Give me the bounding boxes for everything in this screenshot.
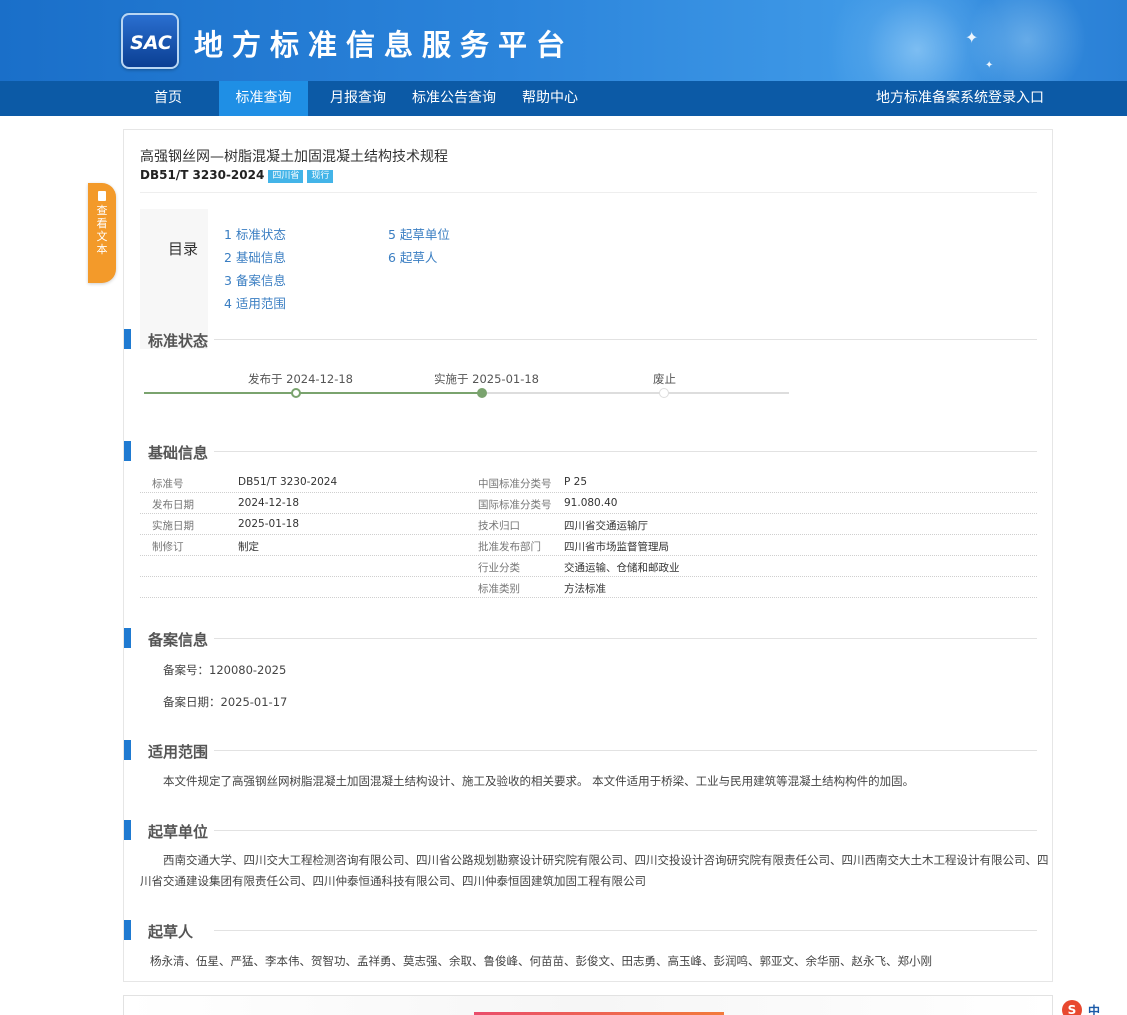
standard-code: DB51/T 3230-2024 — [140, 168, 265, 182]
nav-help-center[interactable]: 帮助中心 — [514, 81, 586, 116]
info-value: DB51/T 3230-2024 — [238, 476, 338, 488]
section-divider — [214, 339, 1037, 340]
nav-standard-query[interactable]: 标准查询 — [219, 81, 308, 116]
info-key: 行业分类 — [478, 562, 520, 574]
info-row: 实施日期 2025-01-18 技术归口 四川省交通运输厅 — [140, 514, 1037, 535]
svg-text:SAC: SAC — [130, 32, 172, 54]
info-key: 标准类别 — [478, 583, 520, 595]
timeline-implemented-label: 实施于 2025-01-18 — [434, 372, 539, 386]
section-divider — [214, 750, 1037, 751]
view-text-label: 查看文本 — [96, 204, 108, 256]
timeline-abolished-dot — [659, 388, 669, 398]
filing-system-login-link[interactable]: 地方标准备案系统登录入口 — [872, 81, 1048, 116]
toc-link-drafting-units[interactable]: 5 起草单位 — [388, 224, 450, 243]
toc-link-scope[interactable]: 4 适用范围 — [224, 293, 286, 312]
info-key: 发布日期 — [152, 499, 194, 511]
drafting-units-text: 西南交通大学、四川交大工程检测咨询有限公司、四川省公路规划勘察设计研究院有限公司… — [140, 853, 1049, 888]
main-nav: 首页 标准查询 月报查询 标准公告查询 帮助中心 地方标准备案系统登录入口 — [0, 81, 1127, 116]
divider — [140, 192, 1037, 193]
toc-label: 目录 — [168, 240, 199, 258]
section-marker — [124, 441, 131, 461]
section-header-drafting-units: 起草单位 — [124, 820, 1037, 841]
info-key: 标准号 — [152, 478, 184, 490]
info-key: 批准发布部门 — [478, 541, 541, 553]
info-row: 标准号 DB51/T 3230-2024 中国标准分类号 P 25 — [140, 472, 1037, 493]
toc-link-basic-info[interactable]: 2 基础信息 — [224, 247, 286, 266]
section-title: 起草单位 — [148, 823, 209, 841]
section-header-drafters: 起草人 — [124, 920, 1037, 941]
info-row: 行业分类 交通运输、仓储和邮政业 — [140, 556, 1037, 577]
standard-detail-panel: 高强钢丝网—树脂混凝土加固混凝土结构技术规程 DB51/T 3230-2024 四… — [123, 129, 1053, 982]
sparkle-icon: ✦ — [985, 60, 994, 71]
info-key: 实施日期 — [152, 520, 194, 532]
nav-home[interactable]: 首页 — [137, 81, 199, 116]
sparkle-icon: ✦ — [965, 28, 979, 47]
toc-link-filing-info[interactable]: 3 备案信息 — [224, 270, 286, 289]
info-value: 交通运输、仓储和邮政业 — [564, 562, 680, 574]
section-divider — [214, 638, 1037, 639]
section-header-scope: 适用范围 — [124, 740, 1037, 761]
toc-link-status[interactable]: 1 标准状态 — [224, 224, 286, 243]
info-value: 四川省交通运输厅 — [564, 520, 648, 532]
sac-logo[interactable]: SAC — [121, 13, 179, 69]
info-value: 91.080.40 — [564, 497, 618, 509]
drafters-text: 杨永清、伍星、严猛、李本伟、贺智功、孟祥勇、莫志强、余取、鲁俊峰、何苗苗、彭俊文… — [150, 954, 932, 968]
svg-text:S: S — [1068, 1003, 1077, 1015]
site-header: ✦ ✦ SAC 地方标准信息服务平台 — [0, 0, 1127, 81]
section-marker — [124, 820, 131, 840]
info-value: 制定 — [238, 541, 259, 553]
section-header-basic-info: 基础信息 — [124, 441, 1037, 462]
info-value: 方法标准 — [564, 583, 606, 595]
info-row: 制修订 制定 批准发布部门 四川省市场监督管理局 — [140, 535, 1037, 556]
standard-code-line: DB51/T 3230-2024 四川省 现行 — [140, 168, 334, 183]
info-key: 国际标准分类号 — [478, 499, 552, 511]
timeline-pending-line — [482, 392, 789, 394]
sac-logo-icon: SAC — [130, 32, 172, 54]
status-badge: 现行 — [307, 170, 334, 183]
scope-text: 本文件规定了高强钢丝网树脂混凝土加固混凝土结构设计、施工及验收的相关要求。 本文… — [163, 774, 915, 788]
info-key: 技术归口 — [478, 520, 520, 532]
nav-announcement-query[interactable]: 标准公告查询 — [408, 81, 500, 116]
section-marker — [124, 329, 131, 349]
site-title: 地方标准信息服务平台 — [194, 28, 575, 62]
timeline-progress-line — [144, 392, 482, 394]
ime-indicator[interactable]: S 中 — [1062, 998, 1127, 1015]
nav-monthly-report[interactable]: 月报查询 — [322, 81, 394, 116]
timeline-implemented-dot — [477, 388, 487, 398]
section-marker — [124, 740, 131, 760]
info-row: 发布日期 2024-12-18 国际标准分类号 91.080.40 — [140, 493, 1037, 514]
section-divider — [214, 930, 1037, 931]
info-value: 四川省市场监督管理局 — [564, 541, 669, 553]
toc-link-drafters[interactable]: 6 起草人 — [388, 247, 437, 266]
section-marker — [124, 920, 131, 940]
filing-date: 备案日期：2025-01-17 — [163, 695, 288, 709]
ime-mode-label: 中 — [1088, 1004, 1101, 1015]
section-header-status: 标准状态 — [124, 329, 1037, 350]
view-text-tab[interactable]: 查看文本 — [88, 183, 116, 283]
bottom-banner[interactable] — [123, 995, 1053, 1015]
document-icon — [98, 191, 106, 201]
section-marker — [124, 628, 131, 648]
info-value: P 25 — [564, 476, 588, 488]
section-header-filing-info: 备案信息 — [124, 628, 1037, 649]
filing-number: 备案号：120080-2025 — [163, 663, 287, 677]
info-value: 2025-01-18 — [238, 518, 300, 530]
section-divider — [214, 451, 1037, 452]
section-title: 基础信息 — [148, 444, 209, 462]
toc-box — [140, 209, 208, 349]
info-key: 制修订 — [152, 541, 184, 553]
section-title: 备案信息 — [148, 631, 209, 649]
section-title: 标准状态 — [148, 332, 209, 350]
info-value: 2024-12-18 — [238, 497, 300, 509]
timeline-published-label: 发布于 2024-12-18 — [248, 372, 353, 386]
timeline-abolished-label: 废止 — [653, 372, 676, 386]
section-title: 起草人 — [148, 923, 194, 941]
info-key: 中国标准分类号 — [478, 478, 552, 490]
section-title: 适用范围 — [148, 743, 209, 761]
section-divider — [214, 830, 1037, 831]
timeline-published-dot — [291, 388, 301, 398]
province-badge: 四川省 — [268, 170, 304, 183]
info-row: 标准类别 方法标准 — [140, 577, 1037, 598]
standard-title: 高强钢丝网—树脂混凝土加固混凝土结构技术规程 — [140, 149, 448, 165]
